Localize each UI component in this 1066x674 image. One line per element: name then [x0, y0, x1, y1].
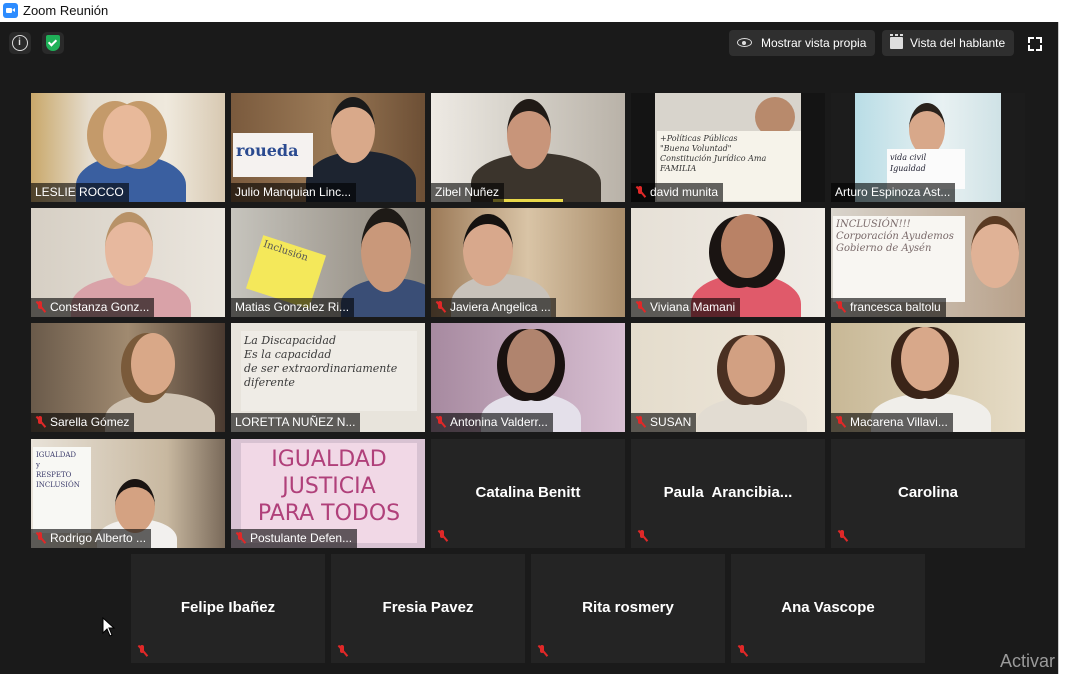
participant-audio-tile[interactable]: Catalina Benitt: [431, 439, 625, 548]
participant-video-tile[interactable]: +Políticas Públicas "Buena Voluntad" Con…: [631, 93, 825, 202]
participant-video-tile[interactable]: Sarella Gómez: [31, 323, 225, 432]
participant-name: Julio Manquian Linc...: [231, 183, 357, 202]
participant-video-tile[interactable]: INCLUSIÓN!!! Corporación Ayudemos Gobier…: [831, 208, 1025, 317]
mic-muted-icon: [337, 645, 347, 657]
participant-name: Arturo Espinoza Ast...: [831, 183, 956, 202]
participant-audio-tile[interactable]: Rita rosmery: [531, 554, 725, 663]
participant-video-tile[interactable]: Viviana Mamani: [631, 208, 825, 317]
mic-muted-icon: [635, 301, 645, 313]
participant-name: Paula Arancibia...: [663, 484, 793, 501]
participant-audio-tile[interactable]: Paula Arancibia...: [631, 439, 825, 548]
show-self-view-label: Mostrar vista propia: [761, 36, 867, 50]
mic-muted-icon: [837, 530, 847, 542]
participant-name: Antonina Valderr...: [431, 413, 553, 432]
activate-windows-watermark: Activar: [1000, 651, 1056, 671]
fullscreen-icon[interactable]: [1028, 37, 1042, 51]
mic-muted-icon: [137, 645, 147, 657]
participant-name: Matias Gonzalez Ri...: [231, 298, 355, 317]
participant-audio-tile[interactable]: Ana Vascope: [731, 554, 925, 663]
participant-video-tile[interactable]: IGUALDAD JUSTICIA PARA TODOS Postulante …: [231, 439, 425, 548]
participant-name: david munita: [631, 183, 724, 202]
protest-sign: INCLUSIÓN!!! Corporación Ayudemos Gobier…: [833, 216, 965, 302]
mic-muted-icon: [35, 301, 45, 313]
participant-video-tile[interactable]: La Discapacidad Es la capacidad de ser e…: [231, 323, 425, 432]
window-titlebar: Zoom Reunión: [0, 0, 1066, 22]
mic-muted-icon: [437, 530, 447, 542]
mic-muted-icon: [537, 645, 547, 657]
info-icon[interactable]: i: [9, 32, 31, 54]
participant-audio-tile[interactable]: Fresia Pavez: [331, 554, 525, 663]
meeting-area: i Mostrar vista propia Vista del hablant…: [0, 22, 1058, 674]
mic-muted-icon: [435, 301, 445, 313]
participant-video-tile[interactable]: Inclusión Matias Gonzalez Ri...: [231, 208, 425, 317]
participant-name: LORETTA NUÑEZ N...: [231, 413, 361, 432]
participant-name: Rodrigo Alberto ...: [31, 529, 152, 548]
protest-sign: La Discapacidad Es la capacidad de ser e…: [241, 331, 417, 411]
participant-video-tile[interactable]: LESLIE ROCCO: [31, 93, 225, 202]
mic-muted-icon: [35, 416, 45, 428]
speaker-view-button[interactable]: Vista del hablante: [882, 30, 1014, 56]
participant-name: francesca baltolu: [831, 298, 946, 317]
window-edge: [1058, 22, 1066, 674]
mic-muted-icon: [637, 530, 647, 542]
eye-icon: [737, 38, 752, 47]
window-title: Zoom Reunión: [23, 3, 109, 18]
protest-sign: IGUALDAD JUSTICIA PARA TODOS: [241, 443, 417, 543]
participant-video-tile[interactable]: IGUALDAD y RESPETO INCLUSIÓN Rodrigo Alb…: [31, 439, 225, 548]
participant-name: Constanza Gonz...: [31, 298, 155, 317]
participant-video-tile[interactable]: Javiera Angelica ...: [431, 208, 625, 317]
protest-sign: IGUALDAD y RESPETO INCLUSIÓN: [33, 447, 91, 533]
participant-name: Viviana Mamani: [631, 298, 741, 317]
speaker-view-label: Vista del hablante: [910, 36, 1006, 50]
mic-muted-icon: [635, 186, 645, 198]
participant-video-tile[interactable]: Zibel Nuñez: [431, 93, 625, 202]
participant-name: Postulante Defen...: [231, 529, 358, 548]
participant-name: Catalina Benitt: [475, 484, 581, 501]
participant-name: Sarella Gómez: [31, 413, 135, 432]
mic-muted-icon: [35, 532, 45, 544]
participant-video-tile[interactable]: Antonina Valderr...: [431, 323, 625, 432]
mic-muted-icon: [435, 416, 445, 428]
participant-name: Javiera Angelica ...: [431, 298, 556, 317]
shield-icon[interactable]: [42, 32, 64, 54]
mic-muted-icon: [737, 645, 747, 657]
participant-audio-tile[interactable]: Carolina: [831, 439, 1025, 548]
participant-name: Fresia Pavez: [382, 599, 474, 616]
protest-sign: roueda: [233, 133, 313, 177]
participant-video-tile[interactable]: roueda Julio Manquian Linc...: [231, 93, 425, 202]
zoom-app-icon: [3, 3, 18, 18]
participant-video-tile[interactable]: Constanza Gonz...: [31, 208, 225, 317]
participant-name: Felipe Ibañez: [180, 599, 276, 616]
participant-video-tile[interactable]: vida civil Igualdad Arturo Espinoza Ast.…: [831, 93, 1025, 202]
participant-video-tile[interactable]: SUSAN: [631, 323, 825, 432]
mic-muted-icon: [835, 416, 845, 428]
participant-name: Macarena Villavi...: [831, 413, 953, 432]
participant-video-tile[interactable]: Macarena Villavi...: [831, 323, 1025, 432]
participant-name: Carolina: [897, 484, 958, 501]
grid-icon: [890, 34, 903, 49]
participant-name: Rita rosmery: [582, 599, 674, 616]
participant-audio-tile[interactable]: Felipe Ibañez: [131, 554, 325, 663]
mic-muted-icon: [235, 532, 245, 544]
participant-name: LESLIE ROCCO: [31, 183, 129, 202]
participant-name: Ana Vascope: [781, 599, 875, 616]
participant-name: SUSAN: [631, 413, 697, 432]
participant-name: Zibel Nuñez: [431, 183, 505, 202]
show-self-view-button[interactable]: Mostrar vista propia: [729, 30, 875, 56]
mic-muted-icon: [635, 416, 645, 428]
mic-muted-icon: [835, 301, 845, 313]
